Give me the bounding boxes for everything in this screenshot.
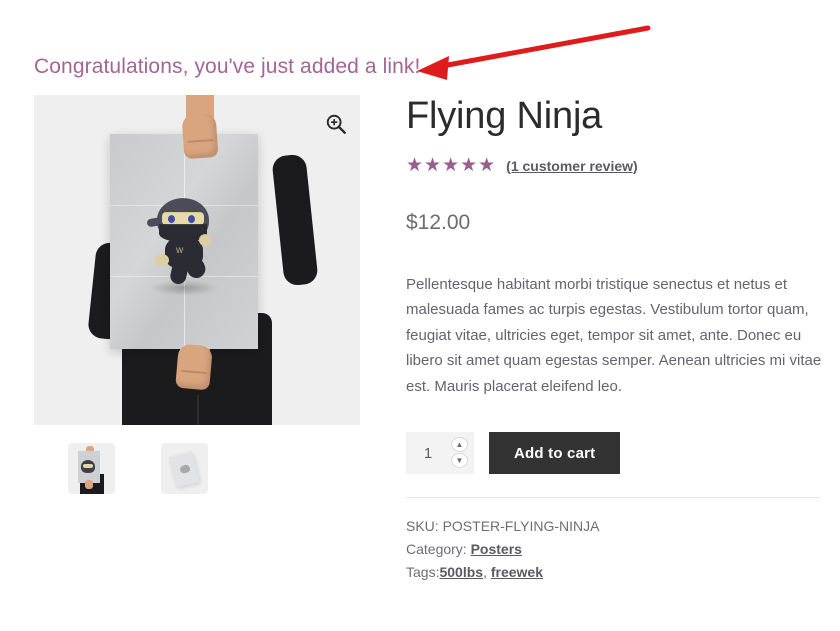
tags-label: Tags: bbox=[406, 564, 440, 581]
quantity-spinner: ▲ ▼ bbox=[451, 437, 468, 469]
product-summary: Flying Ninja ★★★★★ (1 customer review) $… bbox=[406, 95, 822, 584]
sku-label: SKU: bbox=[406, 518, 439, 535]
category-link-posters[interactable]: Posters bbox=[471, 541, 522, 557]
category-label: Category: bbox=[406, 541, 467, 558]
rating-stars: ★★★★★ bbox=[406, 155, 497, 177]
poster-sheet: w bbox=[110, 134, 258, 349]
product-title: Flying Ninja bbox=[406, 95, 603, 137]
customer-review-link[interactable]: (1 customer review) bbox=[506, 158, 638, 174]
product-meta: SKU: POSTER-FLYING-NINJA Category: Poste… bbox=[406, 515, 820, 584]
tags-separator: , bbox=[483, 564, 487, 581]
product-page: Congratulations, you've just added a lin… bbox=[0, 0, 840, 631]
gallery-thumbnails bbox=[68, 443, 208, 494]
product-rating: ★★★★★ (1 customer review) bbox=[406, 155, 820, 177]
tag-link-0[interactable]: 500lbs bbox=[439, 564, 483, 580]
link-added-notice: Congratulations, you've just added a lin… bbox=[34, 55, 421, 78]
tag-link-1[interactable]: freewek bbox=[491, 564, 543, 580]
add-to-cart-form: ▲ ▼ Add to cart bbox=[406, 432, 820, 475]
magnifier-plus-icon[interactable] bbox=[325, 113, 347, 135]
person-hand-bottom bbox=[175, 343, 213, 391]
product-tags-row: Tags:500lbs, freewek bbox=[406, 561, 820, 584]
quantity-stepper[interactable]: ▲ ▼ bbox=[406, 432, 474, 475]
quantity-input[interactable] bbox=[406, 433, 450, 474]
product-category-row: Category: Posters bbox=[406, 538, 820, 561]
person-leg-split bbox=[197, 395, 199, 425]
quantity-increment-button[interactable]: ▲ bbox=[451, 437, 468, 453]
quantity-decrement-button[interactable]: ▼ bbox=[451, 453, 468, 469]
add-to-cart-button[interactable]: Add to cart bbox=[489, 432, 621, 475]
product-gallery: w bbox=[34, 95, 360, 494]
product-sku-row: SKU: POSTER-FLYING-NINJA bbox=[406, 515, 820, 538]
annotation-arrow-icon bbox=[417, 25, 651, 80]
product-price: $12.00 bbox=[406, 210, 471, 234]
gallery-thumbnail-2[interactable] bbox=[161, 443, 208, 494]
person-hand-top bbox=[181, 112, 219, 160]
ninja-character-illustration: w bbox=[145, 192, 223, 288]
product-description: Pellentesque habitant morbi tristique se… bbox=[406, 275, 822, 395]
gallery-thumbnail-1[interactable] bbox=[68, 443, 115, 494]
meta-divider bbox=[406, 497, 820, 499]
poster-photo-scene: w bbox=[34, 95, 360, 425]
person-arm-right bbox=[271, 153, 319, 287]
sku-value: POSTER-FLYING-NINJA bbox=[442, 518, 600, 535]
gallery-main-image[interactable]: w bbox=[34, 95, 360, 425]
